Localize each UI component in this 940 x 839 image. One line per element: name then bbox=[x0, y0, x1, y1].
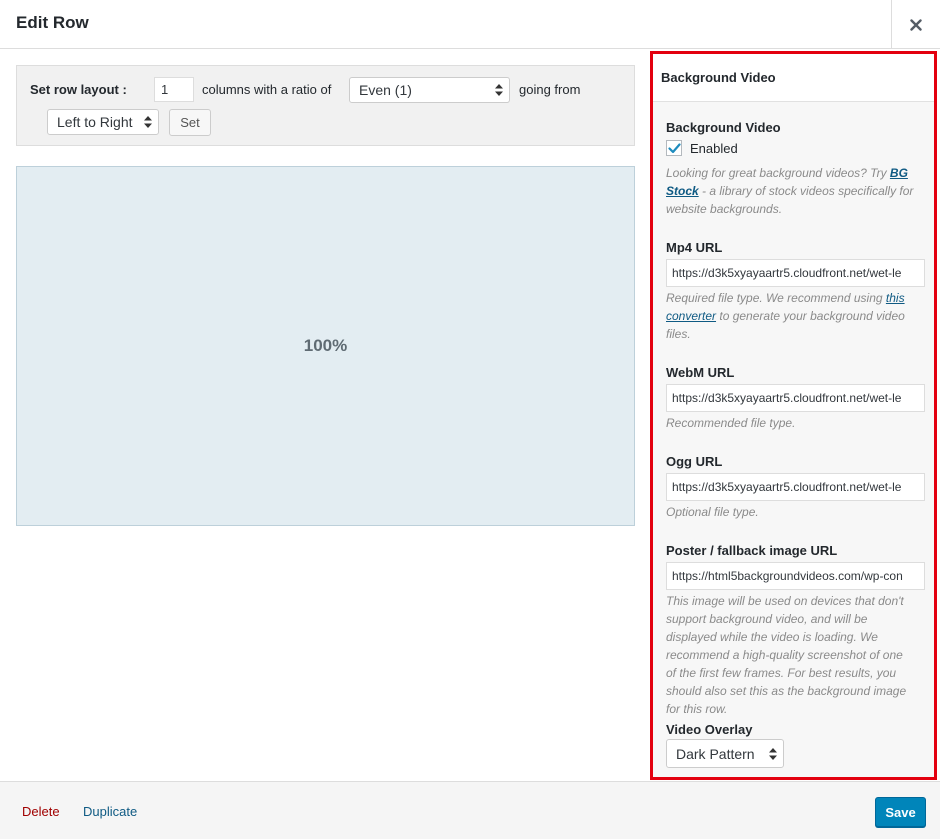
select-arrows-icon bbox=[769, 747, 777, 760]
ogg-url-description: Optional file type. bbox=[666, 505, 759, 519]
ogg-url-input[interactable] bbox=[666, 473, 925, 501]
enabled-label: Enabled bbox=[690, 140, 738, 156]
going-from-text: going from bbox=[519, 82, 581, 97]
webm-url-input[interactable] bbox=[666, 384, 925, 412]
this-link[interactable]: this bbox=[886, 291, 905, 305]
enabled-checkbox-row[interactable]: Enabled bbox=[666, 140, 738, 156]
panel-heading: Background Video bbox=[653, 54, 934, 102]
video-overlay-value: Dark Pattern bbox=[676, 745, 755, 762]
bg-video-desc-suffix: - a library of stock videos specifically… bbox=[666, 184, 914, 216]
row-layout-label: Set row layout : bbox=[30, 82, 127, 97]
video-overlay-select[interactable]: Dark Pattern bbox=[666, 739, 784, 768]
ratio-select[interactable]: Even (1) bbox=[349, 77, 510, 103]
cell-weight-label: 100% bbox=[303, 336, 348, 355]
direction-select-value: Left to Right bbox=[57, 114, 133, 130]
columns-count-input[interactable] bbox=[154, 77, 194, 102]
converter-link[interactable]: converter bbox=[666, 309, 716, 323]
select-arrows-icon bbox=[144, 116, 152, 128]
mp4-url-description: Required file type. We recommend using t… bbox=[666, 289, 916, 343]
bg-video-desc-prefix: Looking for great background videos? Try bbox=[666, 166, 890, 180]
poster-url-description: This image will be used on devices that … bbox=[666, 594, 907, 716]
row-layout-bar: Set row layout : columns with a ratio of… bbox=[16, 65, 635, 146]
save-button[interactable]: Save bbox=[875, 797, 926, 827]
close-icon bbox=[910, 18, 922, 31]
dialog-title: Edit Row bbox=[16, 13, 89, 32]
checkmark-icon bbox=[667, 142, 681, 153]
webm-url-description: Recommended file type. bbox=[666, 416, 796, 430]
mp4-url-input[interactable] bbox=[666, 259, 925, 287]
delete-link[interactable]: Delete bbox=[22, 804, 60, 819]
dialog-header: Edit Row bbox=[0, 0, 940, 49]
poster-url-label: Poster / fallback image URL bbox=[666, 543, 838, 558]
bg-video-description: Looking for great background videos? Try… bbox=[666, 164, 916, 218]
bg-video-label: Background Video bbox=[666, 120, 781, 135]
close-button[interactable] bbox=[891, 0, 940, 49]
ogg-url-label: Ogg URL bbox=[666, 454, 723, 469]
enabled-checkbox[interactable] bbox=[666, 140, 682, 156]
video-overlay-label: Video Overlay bbox=[666, 722, 753, 737]
poster-url-input[interactable] bbox=[666, 562, 925, 590]
ratio-select-value: Even (1) bbox=[359, 82, 412, 98]
webm-url-label: WebM URL bbox=[666, 365, 735, 380]
columns-ratio-text: columns with a ratio of bbox=[202, 82, 332, 97]
dialog-footer: Delete Duplicate Save bbox=[0, 781, 940, 839]
background-video-panel: Background Video Background Video Enable… bbox=[650, 51, 937, 780]
direction-select[interactable]: Left to Right bbox=[47, 109, 159, 135]
row-cell[interactable]: 100% bbox=[16, 166, 635, 526]
duplicate-link[interactable]: Duplicate bbox=[83, 804, 137, 819]
edit-row-dialog: Edit Row Set row layout : columns with a… bbox=[0, 0, 940, 839]
set-layout-button[interactable]: Set bbox=[169, 109, 211, 136]
select-arrows-icon bbox=[495, 84, 503, 96]
mp4-desc-prefix: Required file type. We recommend using bbox=[666, 291, 886, 305]
mp4-url-label: Mp4 URL bbox=[666, 240, 723, 255]
